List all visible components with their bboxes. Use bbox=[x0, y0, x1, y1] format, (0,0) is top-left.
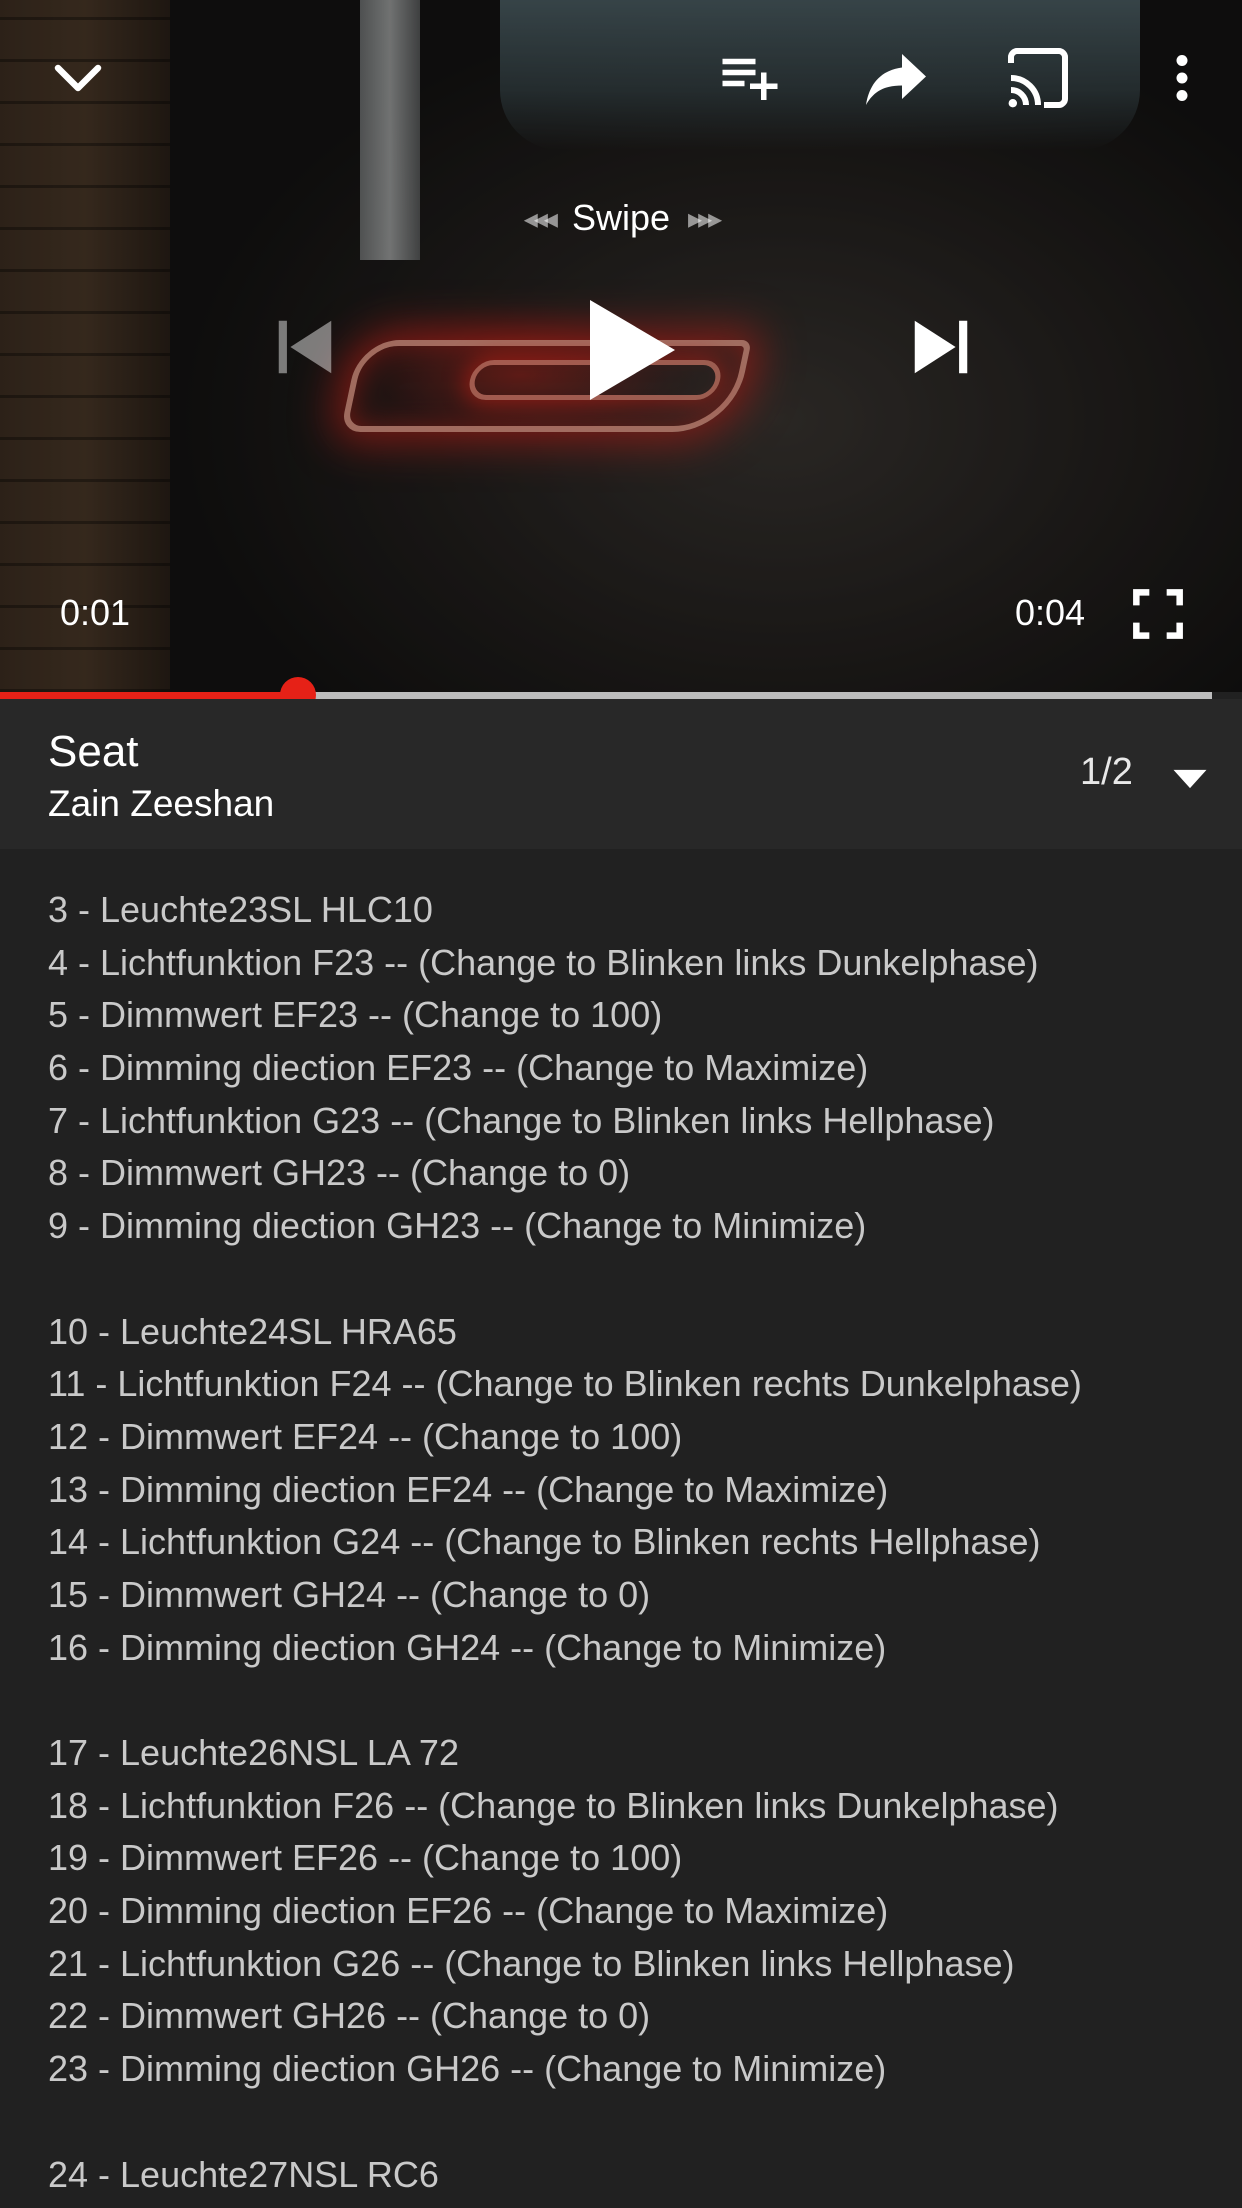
more-vert-icon bbox=[1176, 55, 1188, 101]
description-line: 14 - Lichtfunktion G24 -- (Change to Bli… bbox=[48, 1521, 1041, 1563]
play-icon bbox=[590, 300, 675, 400]
description-line: 11 - Lichtfunktion F24 -- (Change to Bli… bbox=[48, 1363, 1082, 1405]
description-line: 9 - Dimming diection GH23 -- (Change to … bbox=[48, 1205, 867, 1247]
play-button[interactable] bbox=[580, 295, 680, 405]
description-line: 8 - Dimmwert GH23 -- (Change to 0) bbox=[48, 1152, 631, 1194]
description-line: 5 - Dimmwert EF23 -- (Change to 100) bbox=[48, 994, 663, 1036]
description-line: 18 - Lichtfunktion F26 -- (Change to Bli… bbox=[48, 1784, 1059, 1826]
swipe-left-arrows: ◂◂◂ bbox=[523, 202, 558, 234]
progress-bar[interactable] bbox=[0, 677, 1212, 713]
fullscreen-icon bbox=[1133, 589, 1183, 639]
cast-button[interactable] bbox=[1000, 40, 1076, 116]
description-line: 13 - Dimming diection EF24 -- (Change to… bbox=[48, 1468, 889, 1510]
description-line: 3 - Leuchte23SL HLC10 bbox=[48, 889, 433, 930]
swipe-right-arrows: ▸▸▸ bbox=[688, 202, 722, 234]
swipe-label: Swipe bbox=[571, 197, 671, 238]
triangle-down-icon bbox=[1173, 769, 1207, 789]
more-options-button[interactable] bbox=[1144, 40, 1220, 116]
share-icon bbox=[866, 54, 926, 105]
chevron-down-icon bbox=[54, 64, 102, 92]
description-line: 17 - Leuchte26NSL LA 72 bbox=[48, 1732, 459, 1773]
description-line: 6 - Dimming diection EF23 -- (Change to … bbox=[48, 1047, 869, 1089]
share-button[interactable] bbox=[858, 40, 934, 116]
current-time: 0:01 bbox=[60, 592, 131, 633]
description-line: 22 - Dimmwert GH26 -- (Change to 0) bbox=[48, 1995, 651, 2037]
progress-played bbox=[0, 692, 299, 699]
video-info-bar[interactable]: Seat Zain Zeeshan 1/2 bbox=[0, 699, 1242, 849]
expand-description-button[interactable] bbox=[1168, 757, 1212, 801]
swipe-hint: ◂◂◂ Swipe ▸▸▸ bbox=[0, 190, 1242, 246]
video-title: Seat bbox=[48, 727, 139, 776]
description-line: 21 - Lichtfunktion G26 -- (Change to Bli… bbox=[48, 1942, 1015, 1984]
description-line: 23 - Dimming diection GH26 -- (Change to… bbox=[48, 2048, 887, 2090]
description-line: 7 - Lichtfunktion G23 -- (Change to Blin… bbox=[48, 1099, 995, 1141]
description-line: 12 - Dimmwert EF24 -- (Change to 100) bbox=[48, 1415, 683, 1457]
description-line: 10 - Leuchte24SL HRA65 bbox=[48, 1310, 457, 1352]
playlist-position: 1/2 bbox=[1080, 751, 1133, 793]
channel-name[interactable]: Zain Zeeshan bbox=[48, 783, 274, 825]
skip-next-icon bbox=[914, 320, 968, 374]
playlist-add-icon bbox=[722, 58, 778, 100]
add-to-playlist-button[interactable] bbox=[712, 40, 788, 116]
skip-previous-icon bbox=[278, 320, 332, 374]
next-video-button[interactable] bbox=[906, 312, 976, 382]
description-line: 19 - Dimmwert EF26 -- (Change to 100) bbox=[48, 1837, 683, 1879]
video-description: 3 - Leuchte23SL HLC10 4 - Lichtfunktion F… bbox=[48, 884, 1218, 2201]
description-line: 24 - Leuchte27NSL RC6 bbox=[48, 2153, 439, 2195]
total-duration: 0:04 bbox=[1015, 592, 1086, 633]
video-player[interactable]: ◂◂◂ Swipe ▸▸▸ 0:01 0:04 bbox=[0, 0, 1242, 692]
description-line: 16 - Dimming diection GH24 -- (Change to… bbox=[48, 1626, 887, 1668]
description-line: 15 - Dimmwert GH24 -- (Change to 0) bbox=[48, 1573, 651, 1615]
description-line: 4 - Lichtfunktion F23 -- (Change to Blin… bbox=[48, 941, 1039, 983]
collapse-button[interactable] bbox=[40, 40, 116, 116]
fullscreen-button[interactable] bbox=[1132, 588, 1184, 640]
cast-icon bbox=[1008, 48, 1068, 108]
previous-video-button[interactable] bbox=[270, 312, 340, 382]
description-line: 20 - Dimming diection EF26 -- (Change to… bbox=[48, 1890, 889, 1932]
